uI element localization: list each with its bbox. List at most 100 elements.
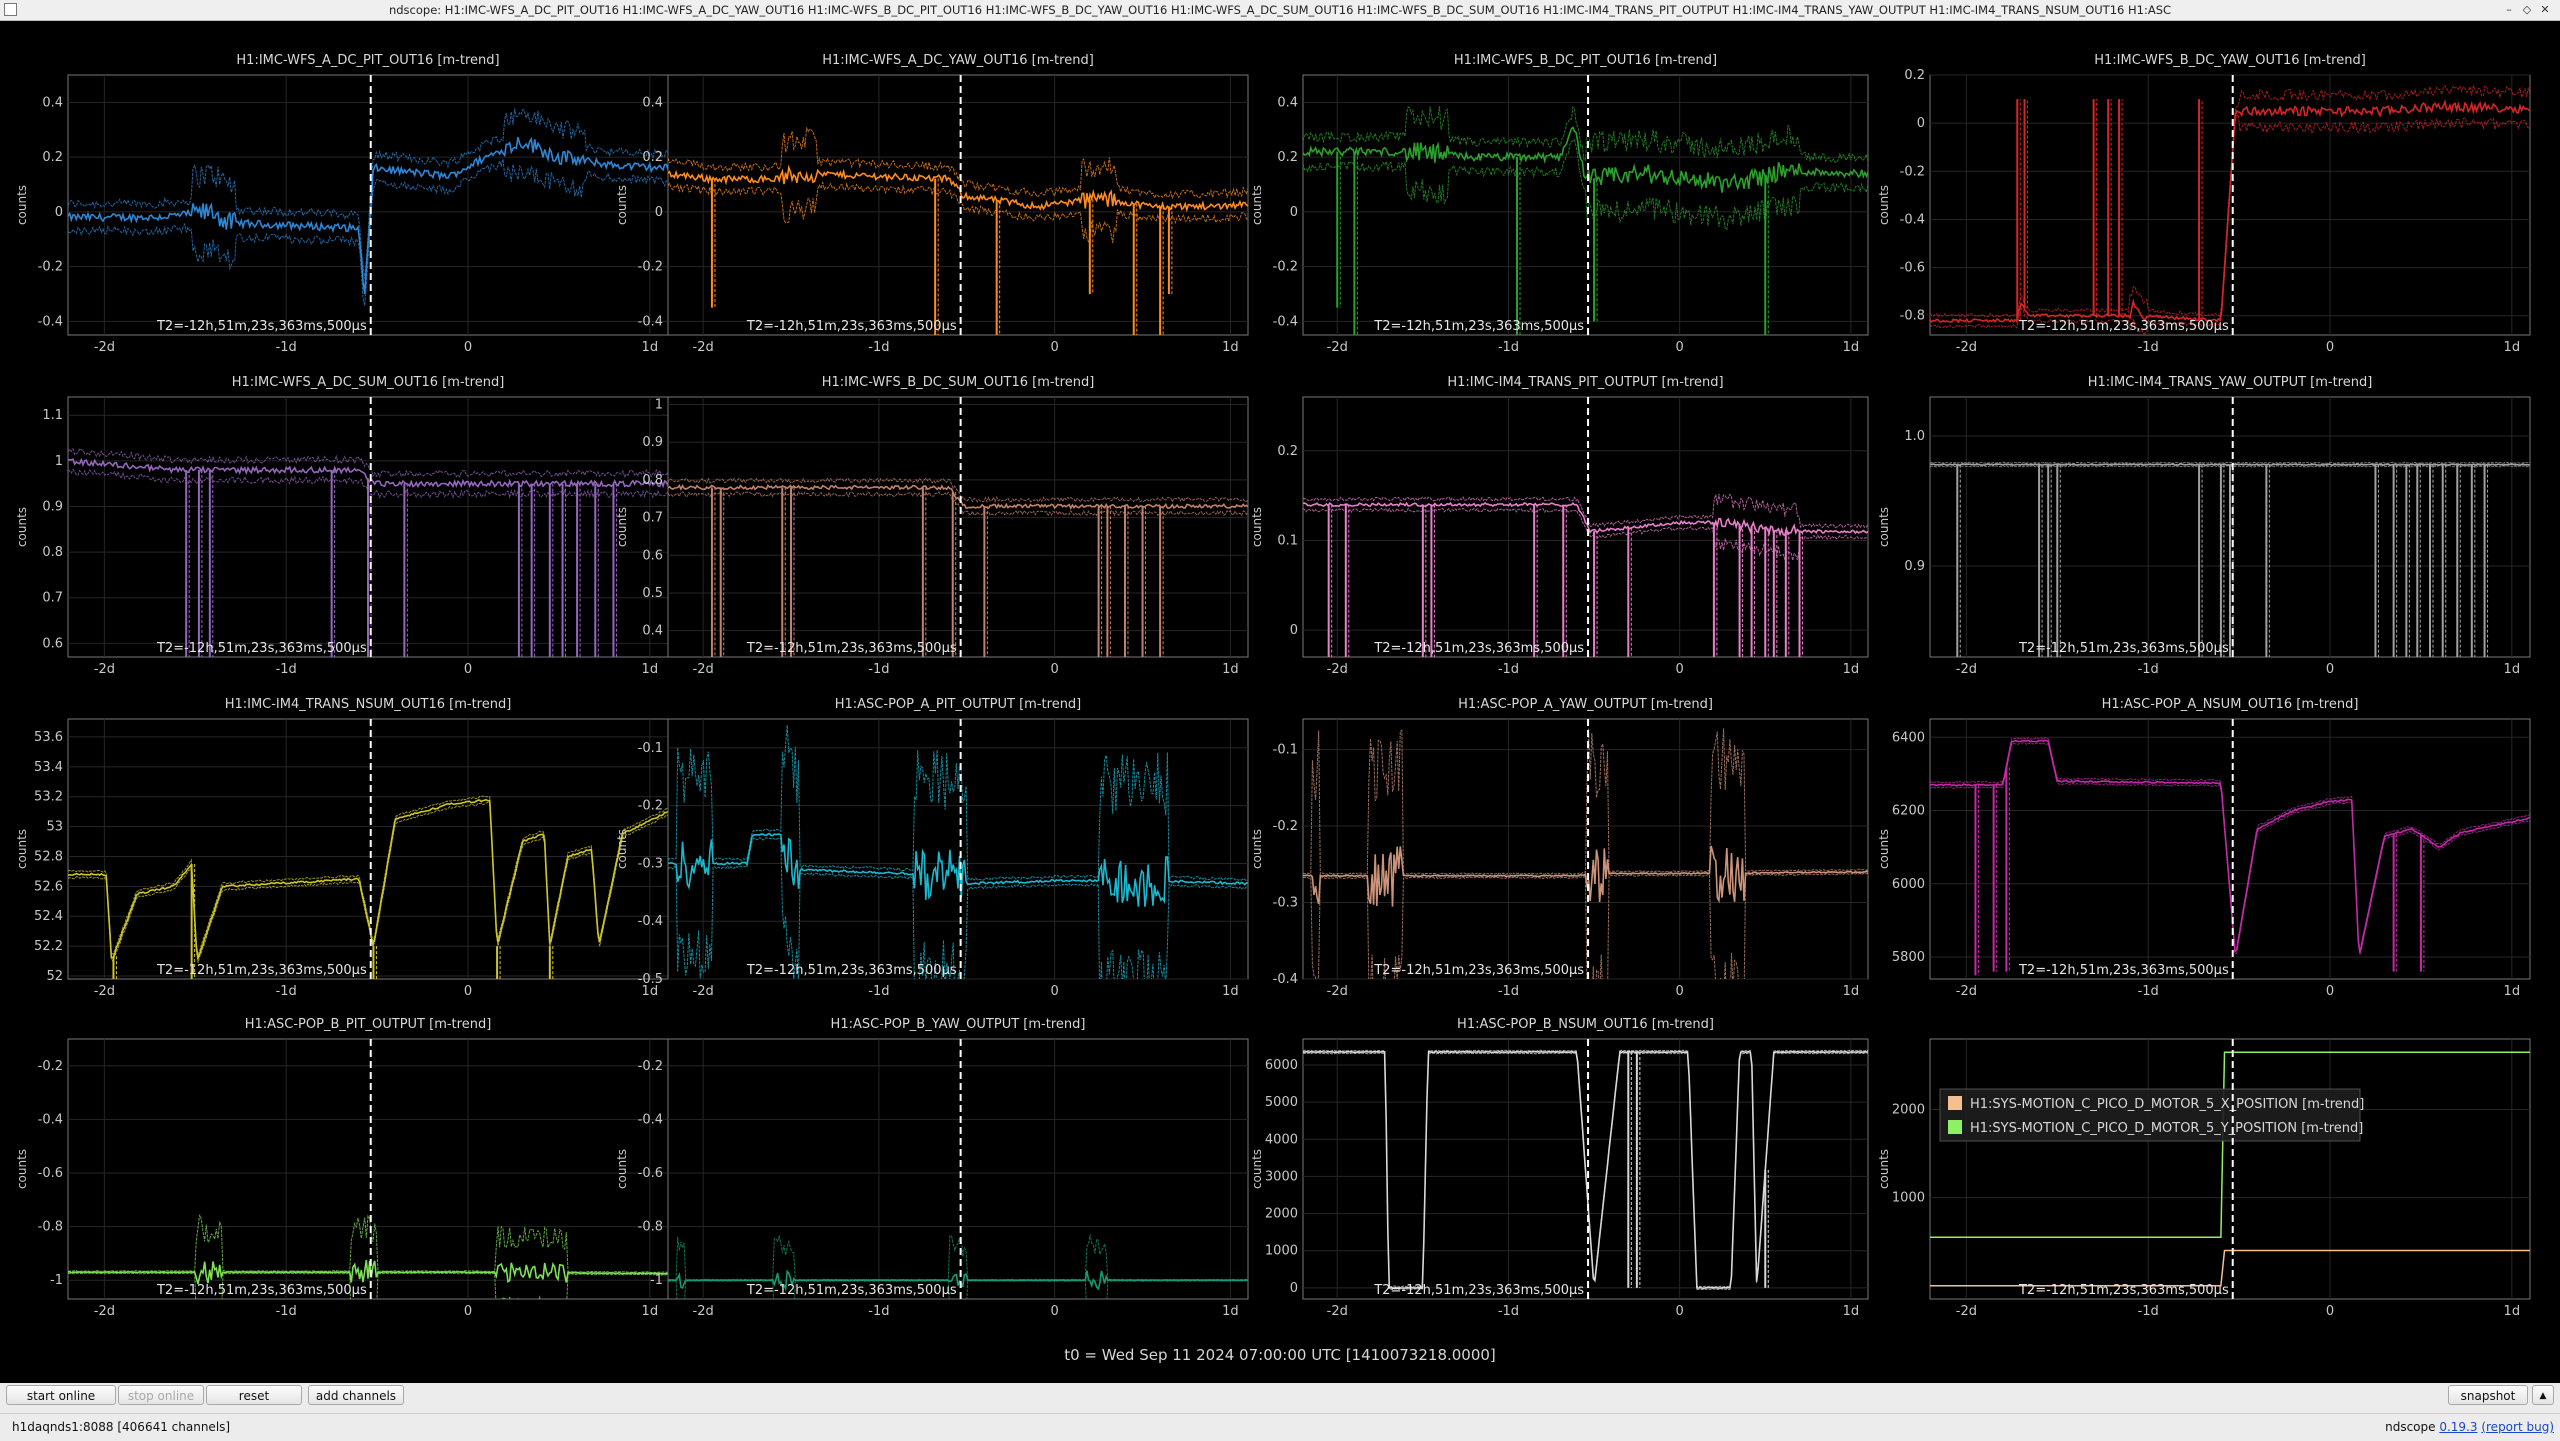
t2-cursor-label: T2=-12h,51m,23s,363ms,500µs — [156, 319, 367, 334]
legend-entry: H1:SYS-MOTION_C_PICO_D_MOTOR_5_X_POSITIO… — [1970, 1097, 2364, 1112]
x-tick-label: -1d — [2138, 984, 2159, 999]
t2-cursor-label: T2=-12h,51m,23s,363ms,500µs — [2018, 319, 2229, 334]
window-title: ndscope: H1:IMC-WFS_A_DC_PIT_OUT16 H1:IM… — [388, 3, 2172, 17]
plot-title: H1:IMC-WFS_B_DC_PIT_OUT16 [m-trend] — [1454, 53, 1717, 68]
y-tick-label: -0.1 — [1273, 743, 1298, 758]
t2-cursor-label: T2=-12h,51m,23s,363ms,500µs — [2018, 641, 2229, 656]
x-tick-label: -2d — [693, 662, 714, 677]
plot-panel: -2d -1d 0 1d 0.4 0.2 0 -0.2 -0.4 counts H1:IMC-WFS… — [615, 53, 1249, 355]
y-axis-label: counts — [1250, 829, 1264, 869]
t2-cursor-label: T2=-12h,51m,23s,363ms,500µs — [746, 963, 957, 978]
x-tick-label: 1d — [642, 1304, 659, 1319]
close-icon[interactable]: ✕ — [2536, 1, 2554, 19]
x-tick-label: 0 — [464, 984, 472, 999]
plot-panel: -2d -1d 0 1d 1.1 1 0.9 0.8 0.7 0.6 counts H1:IMC-WF… — [15, 375, 669, 677]
stop-online-button[interactable]: stop online — [118, 1385, 204, 1405]
x-tick-label: 1d — [1222, 984, 1239, 999]
y-axis-label: counts — [615, 829, 629, 869]
x-tick-label: -2d — [693, 984, 714, 999]
legend-swatch — [1948, 1096, 1962, 1110]
x-tick-label: 1d — [642, 340, 659, 355]
reset-button[interactable]: reset — [206, 1385, 302, 1405]
y-tick-label: 0.8 — [642, 473, 663, 488]
y-tick-label: 6000 — [1265, 1058, 1298, 1073]
x-tick-label: 0 — [1676, 984, 1684, 999]
x-tick-label: -1d — [1498, 340, 1519, 355]
x-tick-label: -2d — [94, 1304, 115, 1319]
x-tick-label: -2d — [693, 340, 714, 355]
start-online-button[interactable]: start online — [6, 1385, 116, 1405]
t2-cursor-label: T2=-12h,51m,23s,363ms,500µs — [156, 1283, 367, 1298]
y-tick-label: -0.2 — [1273, 819, 1298, 834]
legend-swatch — [1948, 1120, 1962, 1134]
t2-cursor-label: T2=-12h,51m,23s,363ms,500µs — [746, 319, 957, 334]
y-tick-label: 0 — [1290, 1281, 1298, 1296]
y-tick-label: 0.7 — [42, 591, 63, 606]
y-tick-label: -0.4 — [638, 314, 663, 329]
plot-grid[interactable]: -2d -1d 0 1d 0.4 0.2 0 -0.2 -0.4 counts H1:IMC-WFS… — [0, 21, 2560, 1383]
chevron-up-icon[interactable]: ▲ — [2532, 1385, 2554, 1405]
x-tick-label: 0 — [1051, 984, 1059, 999]
plot-frame — [67, 1038, 669, 1300]
y-tick-label: 5800 — [1892, 950, 1925, 965]
x-tick-label: 0 — [2326, 662, 2334, 677]
x-tick-label: -1d — [1498, 984, 1519, 999]
y-tick-label: 0.2 — [642, 150, 663, 165]
maximize-icon[interactable]: ◇ — [2518, 1, 2536, 19]
x-tick-label: 0 — [2326, 340, 2334, 355]
y-tick-label: -0.8 — [638, 1220, 663, 1235]
y-tick-label: 0.2 — [42, 150, 63, 165]
y-tick-label: 4000 — [1265, 1132, 1298, 1147]
t2-cursor-label: T2=-12h,51m,23s,363ms,500µs — [156, 641, 367, 656]
y-axis-label: counts — [1877, 829, 1891, 869]
y-tick-label: -0.4 — [1273, 972, 1298, 987]
y-tick-label: 0.9 — [42, 499, 63, 514]
y-tick-label: -0.3 — [638, 856, 663, 871]
plot-title: H1:ASC-POP_A_NSUM_OUT16 [m-trend] — [2102, 697, 2359, 712]
y-tick-label: 53.2 — [34, 790, 63, 805]
t2-cursor-label: T2=-12h,51m,23s,363ms,500µs — [2018, 963, 2229, 978]
y-tick-label: -0.4 — [638, 1112, 663, 1127]
version-link[interactable]: 0.19.3 — [2439, 1420, 2477, 1434]
y-tick-label: 0 — [55, 205, 63, 220]
y-tick-label: 0.8 — [42, 545, 63, 560]
plot-title: H1:ASC-POP_A_PIT_OUTPUT [m-trend] — [835, 697, 1082, 712]
add-channels-button[interactable]: add channels — [308, 1385, 404, 1405]
y-tick-label: -0.2 — [638, 260, 663, 275]
y-tick-label: -0.8 — [1900, 309, 1925, 324]
y-tick-label: -0.6 — [1900, 261, 1925, 276]
minimize-icon[interactable]: – — [2500, 1, 2518, 19]
x-tick-label: 0 — [464, 662, 472, 677]
y-tick-label: 53.4 — [34, 760, 63, 775]
x-tick-label: -2d — [1956, 340, 1977, 355]
y-axis-label: counts — [15, 829, 29, 869]
y-tick-label: 1000 — [1265, 1244, 1298, 1259]
plot-panel: -2d -1d 0 1d 0.4 0.2 0 -0.2 -0.4 counts H1:IMC-WFS… — [15, 53, 669, 355]
report-bug-link[interactable]: (report bug) — [2481, 1420, 2554, 1434]
x-tick-label: -1d — [276, 984, 297, 999]
x-tick-label: -1d — [868, 662, 889, 677]
y-tick-label: -0.5 — [638, 972, 663, 987]
x-tick-label: 1d — [1843, 1304, 1860, 1319]
y-axis-label: counts — [1250, 1149, 1264, 1189]
x-tick-label: 0 — [1676, 1304, 1684, 1319]
snapshot-button[interactable]: snapshot — [2448, 1385, 2528, 1405]
y-tick-label: 52.4 — [34, 909, 63, 924]
y-tick-label: -0.2 — [38, 1059, 63, 1074]
t2-cursor-label: T2=-12h,51m,23s,363ms,500µs — [1373, 641, 1584, 656]
plot-title: H1:ASC-POP_B_YAW_OUTPUT [m-trend] — [831, 1017, 1086, 1032]
plot-title: H1:IMC-WFS_A_DC_SUM_OUT16 [m-trend] — [232, 375, 505, 390]
y-tick-label: 6200 — [1892, 804, 1925, 819]
plot-title: H1:IMC-IM4_TRANS_NSUM_OUT16 [m-trend] — [225, 697, 512, 712]
plot-frame — [667, 1038, 1249, 1300]
x-tick-label: 1d — [1222, 340, 1239, 355]
y-axis-label: counts — [1250, 507, 1264, 547]
y-tick-label: -0.6 — [38, 1166, 63, 1181]
y-tick-label: 3000 — [1265, 1169, 1298, 1184]
channel-count: [406641 channels] — [117, 1420, 231, 1434]
x-tick-label: 1d — [1222, 1304, 1239, 1319]
plot-panel: -2d -1d 0 1d 0.4 0.2 0 -0.2 -0.4 counts H1:IMC-WFS… — [1250, 53, 1869, 355]
x-tick-label: -1d — [276, 662, 297, 677]
t2-cursor-label: T2=-12h,51m,23s,363ms,500µs — [1373, 319, 1584, 334]
version-prefix: ndscope — [2385, 1420, 2440, 1434]
